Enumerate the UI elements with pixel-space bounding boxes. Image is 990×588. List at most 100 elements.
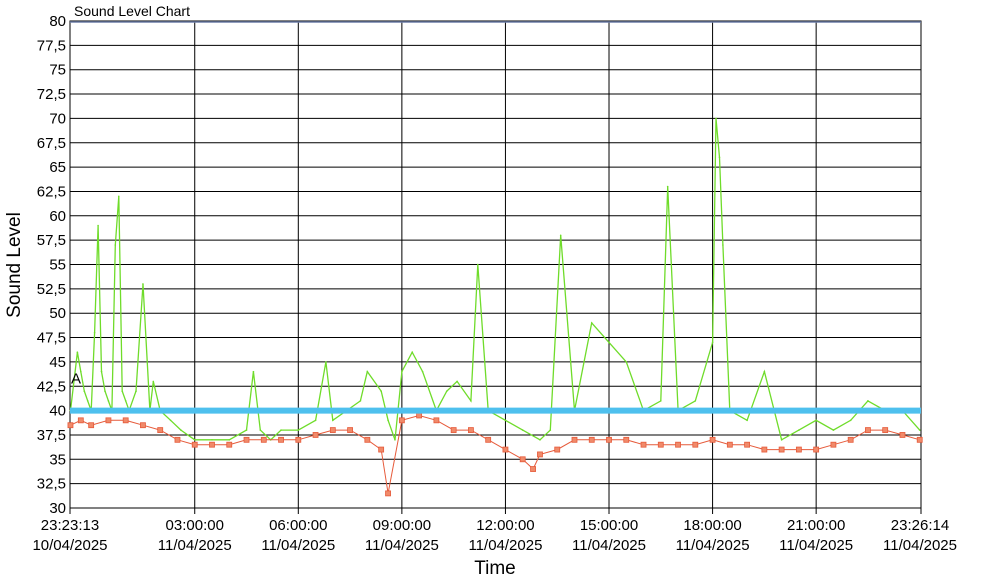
level-point (209, 441, 215, 448)
x-axis-ticks: 23:23:13 10/04/2025 03:00:00 11/04/2025 06:0… (32, 517, 957, 554)
y-tick-label: 45 (49, 354, 66, 371)
x-axis-label: Time (474, 558, 516, 579)
peak-point (135, 390, 137, 392)
level-point (433, 417, 440, 424)
peak-point (76, 351, 79, 353)
level-point (692, 441, 699, 448)
peak-point (746, 419, 748, 422)
level-point (606, 436, 612, 443)
chart-title: Sound Level Chart (74, 3, 190, 19)
peak-point (107, 400, 110, 402)
level-point (260, 436, 267, 443)
x-tick-time: 12:00:00 (476, 517, 534, 534)
level-point (519, 456, 526, 463)
peak-point (608, 341, 610, 344)
level-point (761, 446, 768, 453)
level-point (847, 436, 854, 443)
peak-point (100, 370, 103, 373)
peak-point (211, 439, 213, 441)
y-tick-label: 77,5 (37, 37, 66, 54)
x-tick-date: 11/04/2025 (572, 537, 646, 554)
level-point (191, 441, 198, 448)
sound-level-chart: Sound Level Chart 30 32,5 35 37,5 40 42,5 45 47… (4, 3, 957, 579)
x-tick-time: 03:00:00 (166, 517, 224, 534)
level-point (882, 427, 889, 433)
peak-point (117, 195, 120, 198)
peak-point (121, 390, 124, 392)
peak-point (124, 400, 127, 402)
peak-point (456, 380, 458, 383)
peak-point (549, 429, 552, 431)
peak-point (722, 244, 724, 246)
y-tick-label: 50 (49, 305, 66, 322)
peak-point (366, 370, 369, 373)
peak-point (259, 429, 262, 431)
level-point (726, 441, 733, 448)
peak-point (832, 429, 835, 431)
x-tick-date: 11/04/2025 (468, 537, 542, 554)
x-tick-time: 23:23:13 (41, 517, 99, 534)
peak-point (245, 429, 248, 431)
peak-point (521, 429, 524, 431)
peak-point (97, 224, 99, 227)
level-point (530, 466, 536, 472)
peak-point (918, 429, 921, 431)
peak-point (332, 419, 334, 422)
level-point (122, 417, 129, 424)
peak-point (694, 400, 697, 402)
y-tick-label: 72,5 (37, 86, 66, 103)
y-tick-label: 35 (49, 451, 66, 468)
x-tick-date: 11/04/2025 (883, 537, 957, 554)
peak-point (763, 370, 766, 373)
y-tick-label: 80 (49, 13, 66, 30)
level-point (77, 417, 84, 424)
x-tick-date: 11/04/2025 (261, 537, 335, 554)
peak-point (539, 439, 541, 441)
level-point (795, 446, 802, 453)
level-point (830, 441, 837, 448)
peak-point (867, 400, 869, 402)
peak-point (394, 439, 396, 441)
level-point (416, 412, 423, 419)
x-tick-date: 10/04/2025 (32, 537, 107, 554)
peak-point (83, 390, 86, 392)
y-tick-label: 37,5 (37, 427, 66, 444)
peak-point (421, 370, 424, 373)
peak-point (152, 380, 155, 383)
marker-label-a: A (71, 370, 81, 387)
peak-point (780, 439, 783, 441)
level-point (67, 422, 74, 429)
y-tick-label: 75 (49, 62, 66, 79)
x-tick-date: 11/04/2025 (158, 537, 232, 554)
peak-point (114, 244, 117, 246)
peak-point (849, 419, 852, 422)
x-tick-time: 21:00:00 (787, 517, 845, 534)
level-point (709, 436, 716, 443)
x-tick-date: 11/04/2025 (365, 537, 439, 554)
y-axis-label: Sound Level (4, 212, 25, 318)
y-tick-label: 67,5 (37, 135, 66, 152)
y-tick-label: 47,5 (37, 330, 66, 347)
peak-point (380, 390, 382, 392)
level-point (157, 427, 164, 433)
level-point (347, 427, 353, 433)
peak-point (798, 429, 800, 431)
level-point (657, 441, 664, 448)
y-tick-label: 40 (49, 403, 66, 420)
level-point (675, 441, 681, 448)
level-point (243, 436, 250, 443)
y-tick-label: 60 (49, 208, 66, 225)
y-tick-label: 42,5 (37, 378, 66, 395)
peak-point (411, 351, 414, 353)
peak-point (180, 429, 182, 431)
level-point (88, 422, 95, 429)
y-tick-label: 55 (49, 257, 66, 274)
y-tick-label: 57,5 (37, 232, 66, 249)
y-tick-label: 65 (49, 159, 66, 176)
level-point (571, 436, 578, 443)
y-axis-ticks: 30 32,5 35 37,5 40 42,5 45 47,5 50 52,5 55 57,5 60 62… (37, 13, 66, 517)
peak-point (625, 361, 628, 363)
peak-point (666, 185, 669, 188)
level-point (385, 490, 391, 497)
level-point (623, 436, 630, 443)
